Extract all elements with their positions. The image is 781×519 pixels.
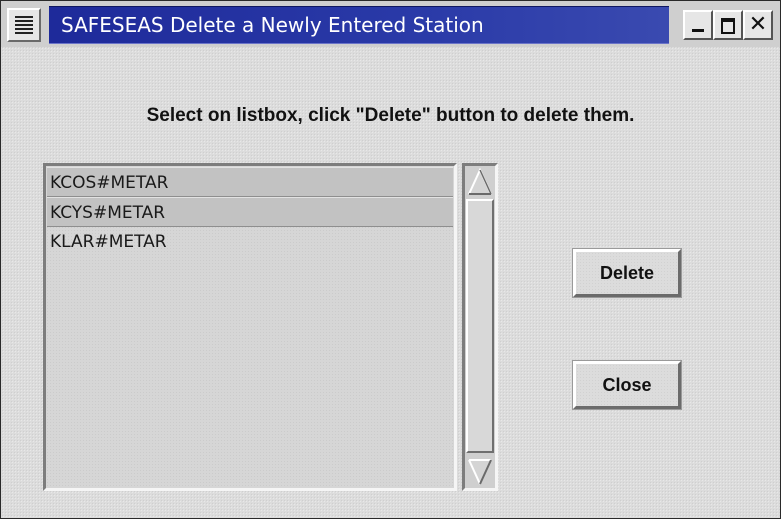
list-item-label: KLAR#METAR [50, 232, 167, 252]
maximize-icon [721, 18, 735, 34]
minimize-icon [692, 29, 704, 32]
scroll-down-arrow-icon[interactable] [466, 457, 494, 487]
window-menu-icon[interactable] [7, 8, 41, 42]
window-title: SAFESEAS Delete a Newly Entered Station [61, 13, 484, 37]
station-listbox[interactable]: KCOS#METAR KCYS#METAR KLAR#METAR [43, 163, 457, 491]
listbox-scrollbar[interactable] [462, 163, 498, 491]
menu-lines-icon [15, 16, 33, 34]
close-icon: ✕ [748, 12, 768, 37]
instruction-text: Select on listbox, click "Delete" button… [146, 105, 635, 126]
scroll-up-arrow-icon[interactable] [466, 167, 494, 197]
list-item-label: KCOS#METAR [50, 173, 169, 193]
list-item-label: KCYS#METAR [50, 203, 166, 223]
list-item[interactable]: KLAR#METAR [47, 227, 453, 257]
title-area[interactable]: SAFESEAS Delete a Newly Entered Station [49, 6, 669, 44]
title-bar[interactable]: SAFESEAS Delete a Newly Entered Station … [1, 1, 780, 47]
close-window-button[interactable]: ✕ [743, 10, 773, 40]
delete-button[interactable]: Delete [572, 248, 682, 298]
list-item[interactable]: KCYS#METAR [47, 197, 453, 227]
close-button[interactable]: Close [572, 360, 682, 410]
list-item[interactable]: KCOS#METAR [47, 167, 453, 197]
minimize-button[interactable] [683, 10, 713, 40]
dialog-window: SAFESEAS Delete a Newly Entered Station … [0, 0, 781, 519]
scroll-thumb[interactable] [466, 199, 494, 453]
maximize-button[interactable] [713, 10, 743, 40]
